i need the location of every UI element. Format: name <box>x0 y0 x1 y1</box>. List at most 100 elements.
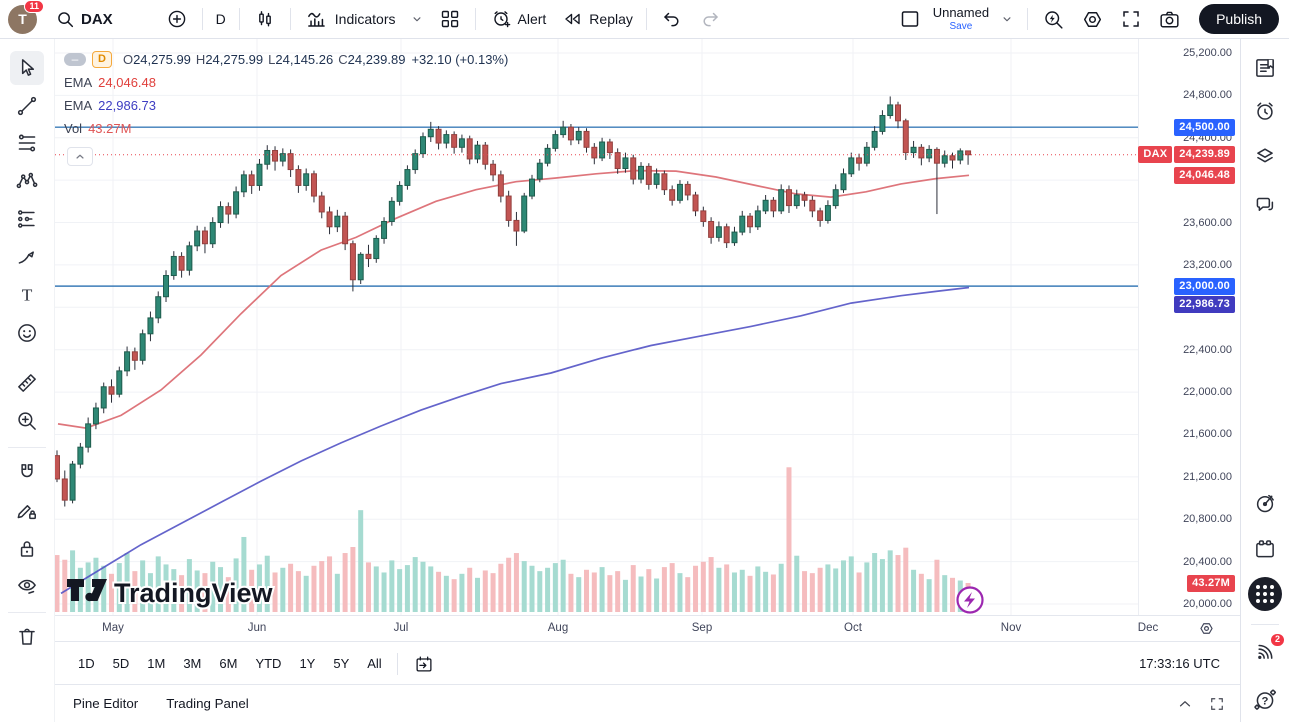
hline-label: 23,000.00 <box>1174 278 1235 295</box>
lock-all-icon <box>14 536 40 562</box>
sidebar-calendar-button[interactable] <box>1247 531 1283 567</box>
publish-button[interactable]: Publish <box>1199 4 1279 34</box>
indicator-templates-button[interactable] <box>431 4 469 34</box>
layout-name-button[interactable]: Unnamed Save <box>929 6 993 32</box>
month-tick: Jun <box>248 622 267 634</box>
ema-fast-label-value: 24,046.48 <box>1174 167 1235 184</box>
clock[interactable]: 17:33:16 UTC <box>1139 656 1226 671</box>
legend-collapse-pill[interactable]: – <box>64 53 86 66</box>
ema-fast-legend-row[interactable]: EMA 24,046.48 <box>64 73 508 91</box>
text-tool-button[interactable]: T <box>10 278 44 312</box>
lock-all-tool-button[interactable] <box>10 532 44 566</box>
range-5d-button[interactable]: 5D <box>104 651 139 676</box>
quick-search-icon <box>1041 7 1066 32</box>
avatar[interactable]: T 11 <box>8 5 37 34</box>
range-ytd-button[interactable]: YTD <box>246 651 290 676</box>
chart-style-button[interactable] <box>246 4 284 34</box>
drawing-mode-tool-button[interactable] <box>10 494 44 528</box>
ema-slow-legend-row[interactable]: EMA 22,986.73 <box>64 96 508 114</box>
projection-tool-button[interactable] <box>10 202 44 236</box>
trading-panel-tab[interactable]: Trading Panel <box>156 690 259 717</box>
fib-retracement-icon <box>14 130 40 156</box>
indicators-label: Indicators <box>335 11 396 27</box>
range-1y-button[interactable]: 1Y <box>290 651 324 676</box>
fib-retracement-tool-button[interactable] <box>10 126 44 160</box>
pine-editor-tab[interactable]: Pine Editor <box>63 690 148 717</box>
camera-icon <box>1157 7 1182 32</box>
sidebar-chat-button[interactable] <box>1247 187 1283 223</box>
sidebar-badge: 2 <box>1270 633 1285 647</box>
flash-boost-icon <box>958 588 983 613</box>
hide-all-tool-button[interactable] <box>10 569 44 603</box>
range-6m-button[interactable]: 6M <box>210 651 246 676</box>
range-all-button[interactable]: All <box>358 651 390 676</box>
volume-label: 43.27M <box>1187 575 1235 592</box>
svg-text:?: ? <box>1262 695 1269 707</box>
magnet-icon <box>14 460 40 486</box>
alert-label: Alert <box>518 11 547 27</box>
replay-button[interactable]: Replay <box>553 4 640 34</box>
sidebar-help-button[interactable]: ? <box>1247 682 1283 718</box>
brush-tool-button[interactable] <box>10 240 44 274</box>
redo-button[interactable] <box>691 4 729 34</box>
month-tick: Aug <box>548 622 568 634</box>
sidebar-watchlist-button[interactable] <box>1247 50 1283 86</box>
ruler-tool-button[interactable] <box>10 366 44 400</box>
time-scale-settings-button[interactable] <box>1197 619 1216 638</box>
undo-button[interactable] <box>653 4 691 34</box>
redo-icon <box>698 7 722 31</box>
interval-button[interactable]: D <box>209 4 233 34</box>
indicators-dropdown-chevron[interactable] <box>403 4 431 34</box>
separator <box>239 8 240 30</box>
sidebar-apps-button[interactable] <box>1247 576 1283 612</box>
range-toolbar: 1D5D1M3M6MYTD1Y5YAll 17:33:16 UTC <box>55 641 1240 685</box>
layout-select-button[interactable] <box>891 4 929 34</box>
zoom-in-icon <box>14 408 40 434</box>
compare-add-button[interactable] <box>158 4 196 34</box>
cursor-tool-button[interactable] <box>10 51 44 85</box>
indicators-button[interactable]: Indicators <box>297 4 403 34</box>
trend-line-tool-button[interactable] <box>10 89 44 123</box>
sidebar-streams-button[interactable]: 2 <box>1247 634 1283 670</box>
price-scale[interactable]: 25,200.0024,800.0024,400.0023,600.0023,2… <box>1138 39 1240 615</box>
legend-collapse-button[interactable] <box>67 147 93 166</box>
zoom-in-tool-button[interactable] <box>10 404 44 438</box>
chart-pane[interactable]: TradingView – D O24,275.99H24,275.99L24,… <box>55 39 1240 722</box>
symbol-search-button[interactable]: DAX <box>47 4 120 34</box>
hline-label-value: 24,500.00 <box>1174 119 1235 136</box>
month-tick: Sep <box>692 622 712 634</box>
separator <box>475 8 476 30</box>
emoji-tool-button[interactable] <box>10 316 44 350</box>
ema-slow-label: EMA <box>64 98 92 113</box>
price-tick: 20,400.00 <box>1183 555 1232 569</box>
emoji-icon <box>14 320 40 346</box>
ema-slow-label-value: 22,986.73 <box>1174 296 1235 313</box>
alert-button[interactable]: Alert <box>482 4 554 34</box>
fullscreen-button[interactable] <box>1112 4 1150 34</box>
screenshot-button[interactable] <box>1150 4 1189 34</box>
range-1m-button[interactable]: 1M <box>138 651 174 676</box>
range-3m-button[interactable]: 3M <box>174 651 210 676</box>
sidebar-screener-button[interactable] <box>1247 485 1283 521</box>
volume-legend-row[interactable]: Vol 43.27M <box>64 119 508 137</box>
panel-expand-chevron-button[interactable] <box>1176 695 1194 713</box>
go-to-date-button[interactable] <box>404 648 444 680</box>
quick-search-button[interactable] <box>1034 4 1073 34</box>
range-5y-button[interactable]: 5Y <box>324 651 358 676</box>
panel-maximize-button[interactable] <box>1208 695 1226 713</box>
watchlist-icon <box>1252 55 1278 81</box>
ema-fast-label: 24,046.48 <box>1174 167 1235 184</box>
remove-all-tool-button[interactable] <box>10 620 44 654</box>
undo-icon <box>660 7 684 31</box>
sidebar-object-tree-button[interactable] <box>1247 139 1283 175</box>
xabcd-pattern-tool-button[interactable] <box>10 164 44 198</box>
sidebar-alerts-button[interactable] <box>1247 93 1283 129</box>
range-1d-button[interactable]: 1D <box>69 651 104 676</box>
settings-button[interactable] <box>1073 4 1112 34</box>
search-icon <box>54 8 76 30</box>
time-scale[interactable]: MayJunJulAugSepOctNovDec <box>55 615 1240 642</box>
separator <box>202 8 203 30</box>
right-sidebar: 2? <box>1240 39 1289 722</box>
magnet-tool-button[interactable] <box>10 456 44 490</box>
layout-dropdown-chevron[interactable] <box>993 4 1021 34</box>
